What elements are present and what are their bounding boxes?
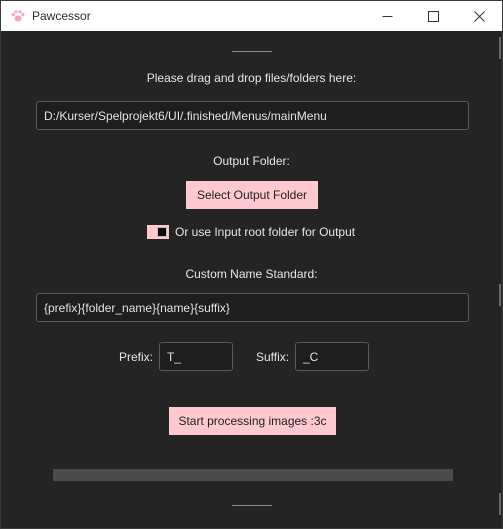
prefix-label: Prefix: bbox=[119, 350, 154, 364]
select-output-folder-button[interactable]: Select Output Folder bbox=[186, 181, 318, 209]
custom-name-label: Custom Name Standard: bbox=[185, 267, 318, 281]
minimize-icon bbox=[382, 11, 393, 22]
close-icon bbox=[473, 10, 485, 22]
drop-prompt: Please drag and drop files/folders here: bbox=[146, 71, 357, 85]
name-pattern-value: {prefix}{folder_name}{name}{suffix} bbox=[44, 300, 230, 315]
suffix-value: _C bbox=[303, 349, 319, 364]
output-folder-label: Output Folder: bbox=[213, 154, 290, 168]
start-processing-button[interactable]: Start processing images :3c bbox=[169, 407, 336, 435]
scrollbar-thumb-top[interactable] bbox=[499, 37, 501, 59]
name-pattern-field[interactable]: {prefix}{folder_name}{name}{suffix} bbox=[36, 293, 469, 322]
app-window: Pawcessor Please drag and drop files/fol… bbox=[0, 0, 503, 529]
paw-icon bbox=[10, 8, 26, 24]
minimize-button[interactable] bbox=[364, 1, 410, 31]
maximize-icon bbox=[427, 10, 439, 22]
main-panel: Please drag and drop files/folders here:… bbox=[1, 31, 502, 528]
input-path-field[interactable]: D:/Kurser/Spelprojekt6/UI/.finished/Menu… bbox=[36, 101, 469, 130]
maximize-button[interactable] bbox=[410, 1, 456, 31]
suffix-label: Suffix: bbox=[256, 350, 290, 364]
input-path-value: D:/Kurser/Spelprojekt6/UI/.finished/Menu… bbox=[44, 108, 327, 123]
top-divider bbox=[232, 51, 272, 52]
progress-bar bbox=[53, 469, 453, 481]
use-input-root-checkbox[interactable] bbox=[147, 225, 169, 239]
suffix-input[interactable]: _C bbox=[295, 342, 369, 371]
title-bar[interactable]: Pawcessor bbox=[1, 1, 502, 31]
prefix-value: T_ bbox=[167, 349, 182, 364]
use-input-root-label: Or use Input root folder for Output bbox=[175, 225, 356, 239]
bottom-divider bbox=[232, 505, 272, 506]
scrollbar-thumb-middle[interactable] bbox=[499, 284, 501, 306]
window-title: Pawcessor bbox=[32, 9, 91, 23]
scrollbar-thumb-bottom[interactable] bbox=[499, 493, 501, 515]
close-button[interactable] bbox=[456, 1, 502, 31]
checkbox-indicator bbox=[157, 227, 167, 237]
prefix-input[interactable]: T_ bbox=[159, 342, 233, 371]
